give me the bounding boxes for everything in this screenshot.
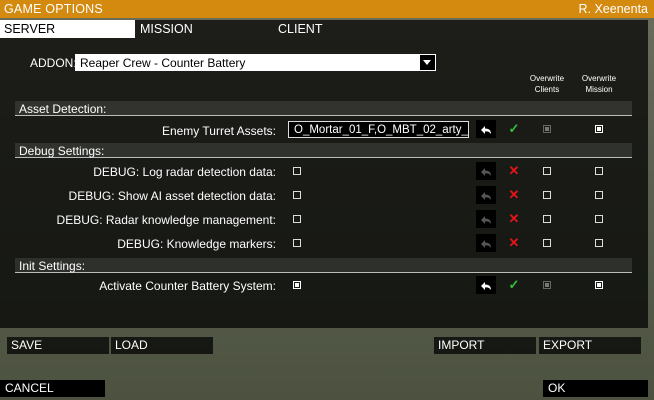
status-no-icon: ✕ [508, 187, 520, 202]
addon-label: ADDON: [30, 56, 77, 70]
debug-show-ai-checkbox[interactable] [293, 191, 301, 199]
setting-label-enemy-turret-assets: Enemy Turret Assets: [161, 124, 276, 138]
reset-debug-log-radar-button [476, 162, 496, 180]
section-init-settings: Init Settings: [15, 258, 632, 273]
overwrite-mission-checkbox[interactable] [595, 239, 603, 247]
undo-arrow-icon [481, 126, 491, 134]
addon-dropdown-value: Reaper Crew - Counter Battery [80, 55, 246, 70]
status-ok-icon: ✓ [508, 121, 520, 136]
section-asset-detection: Asset Detection: [15, 101, 632, 116]
window-title: GAME OPTIONS [4, 2, 103, 16]
status-no-icon: ✕ [508, 163, 520, 178]
tab-mission[interactable]: MISSION [140, 20, 260, 38]
cancel-button[interactable]: CANCEL [0, 380, 105, 397]
load-button[interactable]: LOAD [111, 337, 213, 354]
section-title: Debug Settings: [19, 144, 105, 158]
overwrite-clients-checkbox [543, 125, 551, 133]
overwrite-mission-checkbox[interactable] [595, 125, 603, 133]
enemy-turret-assets-input[interactable]: O_Mortar_01_F,O_MBT_02_arty_F [288, 121, 469, 138]
tab-server[interactable]: SERVER [0, 20, 135, 38]
overwrite-mission-checkbox[interactable] [595, 215, 603, 223]
section-title: Init Settings: [19, 259, 86, 273]
tab-server-label: SERVER [4, 22, 56, 36]
overwrite-mission-header-line1: Overwrite [581, 74, 617, 83]
setting-label-debug-knowledge-markers: DEBUG: Knowledge markers: [117, 237, 276, 251]
overwrite-clients-header-line2: Clients [534, 85, 560, 94]
section-title: Asset Detection: [19, 102, 107, 116]
debug-log-radar-checkbox[interactable] [293, 167, 301, 175]
overwrite-mission-checkbox[interactable] [595, 191, 603, 199]
activate-counter-battery-checkbox[interactable] [293, 281, 301, 289]
reset-debug-show-ai-button [476, 186, 496, 204]
overwrite-clients-checkbox [543, 281, 551, 289]
addon-dropdown[interactable]: Reaper Crew - Counter Battery [75, 54, 436, 71]
reset-debug-radar-knowledge-button [476, 210, 496, 228]
overwrite-clients-header-line1: Overwrite [529, 74, 565, 83]
tab-client[interactable]: CLIENT [278, 20, 398, 38]
tab-client-label: CLIENT [278, 22, 323, 36]
dropdown-arrow-icon[interactable] [420, 55, 435, 70]
tab-mission-label: MISSION [140, 22, 193, 36]
undo-arrow-icon [481, 240, 491, 248]
reset-activate-counter-battery-button[interactable] [476, 276, 496, 294]
overwrite-mission-header-line2: Mission [585, 85, 613, 94]
import-button[interactable]: IMPORT [434, 337, 536, 354]
overwrite-mission-checkbox[interactable] [595, 167, 603, 175]
reset-debug-knowledge-markers-button [476, 234, 496, 252]
section-debug-settings: Debug Settings: [15, 143, 632, 158]
overwrite-clients-checkbox[interactable] [543, 167, 551, 175]
overwrite-clients-checkbox[interactable] [543, 239, 551, 247]
overwrite-clients-checkbox[interactable] [543, 191, 551, 199]
undo-arrow-icon [481, 192, 491, 200]
undo-arrow-icon [481, 216, 491, 224]
setting-label-debug-show-ai: DEBUG: Show AI asset detection data: [68, 189, 276, 203]
status-ok-icon: ✓ [508, 277, 520, 292]
status-no-icon: ✕ [508, 211, 520, 226]
save-button[interactable]: SAVE [7, 337, 109, 354]
status-no-icon: ✕ [508, 235, 520, 250]
reset-enemy-turret-assets-button[interactable] [476, 120, 496, 138]
setting-label-debug-log-radar: DEBUG: Log radar detection data: [93, 165, 276, 179]
export-button[interactable]: EXPORT [539, 337, 641, 354]
debug-radar-knowledge-checkbox[interactable] [293, 215, 301, 223]
overwrite-mission-checkbox[interactable] [595, 281, 603, 289]
overwrite-clients-header: Overwrite Clients [525, 73, 569, 95]
overwrite-mission-header: Overwrite Mission [577, 73, 621, 95]
debug-knowledge-markers-checkbox[interactable] [293, 239, 301, 247]
enemy-turret-assets-value: O_Mortar_01_F,O_MBT_02_arty_F [294, 123, 469, 136]
ok-button[interactable]: OK [543, 380, 648, 397]
setting-label-activate-counter-battery: Activate Counter Battery System: [99, 279, 276, 293]
overwrite-clients-checkbox[interactable] [543, 215, 551, 223]
setting-label-debug-radar-knowledge: DEBUG: Radar knowledge management: [56, 213, 276, 227]
player-name: R. Xeenenta [578, 2, 649, 16]
undo-arrow-icon [481, 282, 491, 290]
undo-arrow-icon [481, 168, 491, 176]
